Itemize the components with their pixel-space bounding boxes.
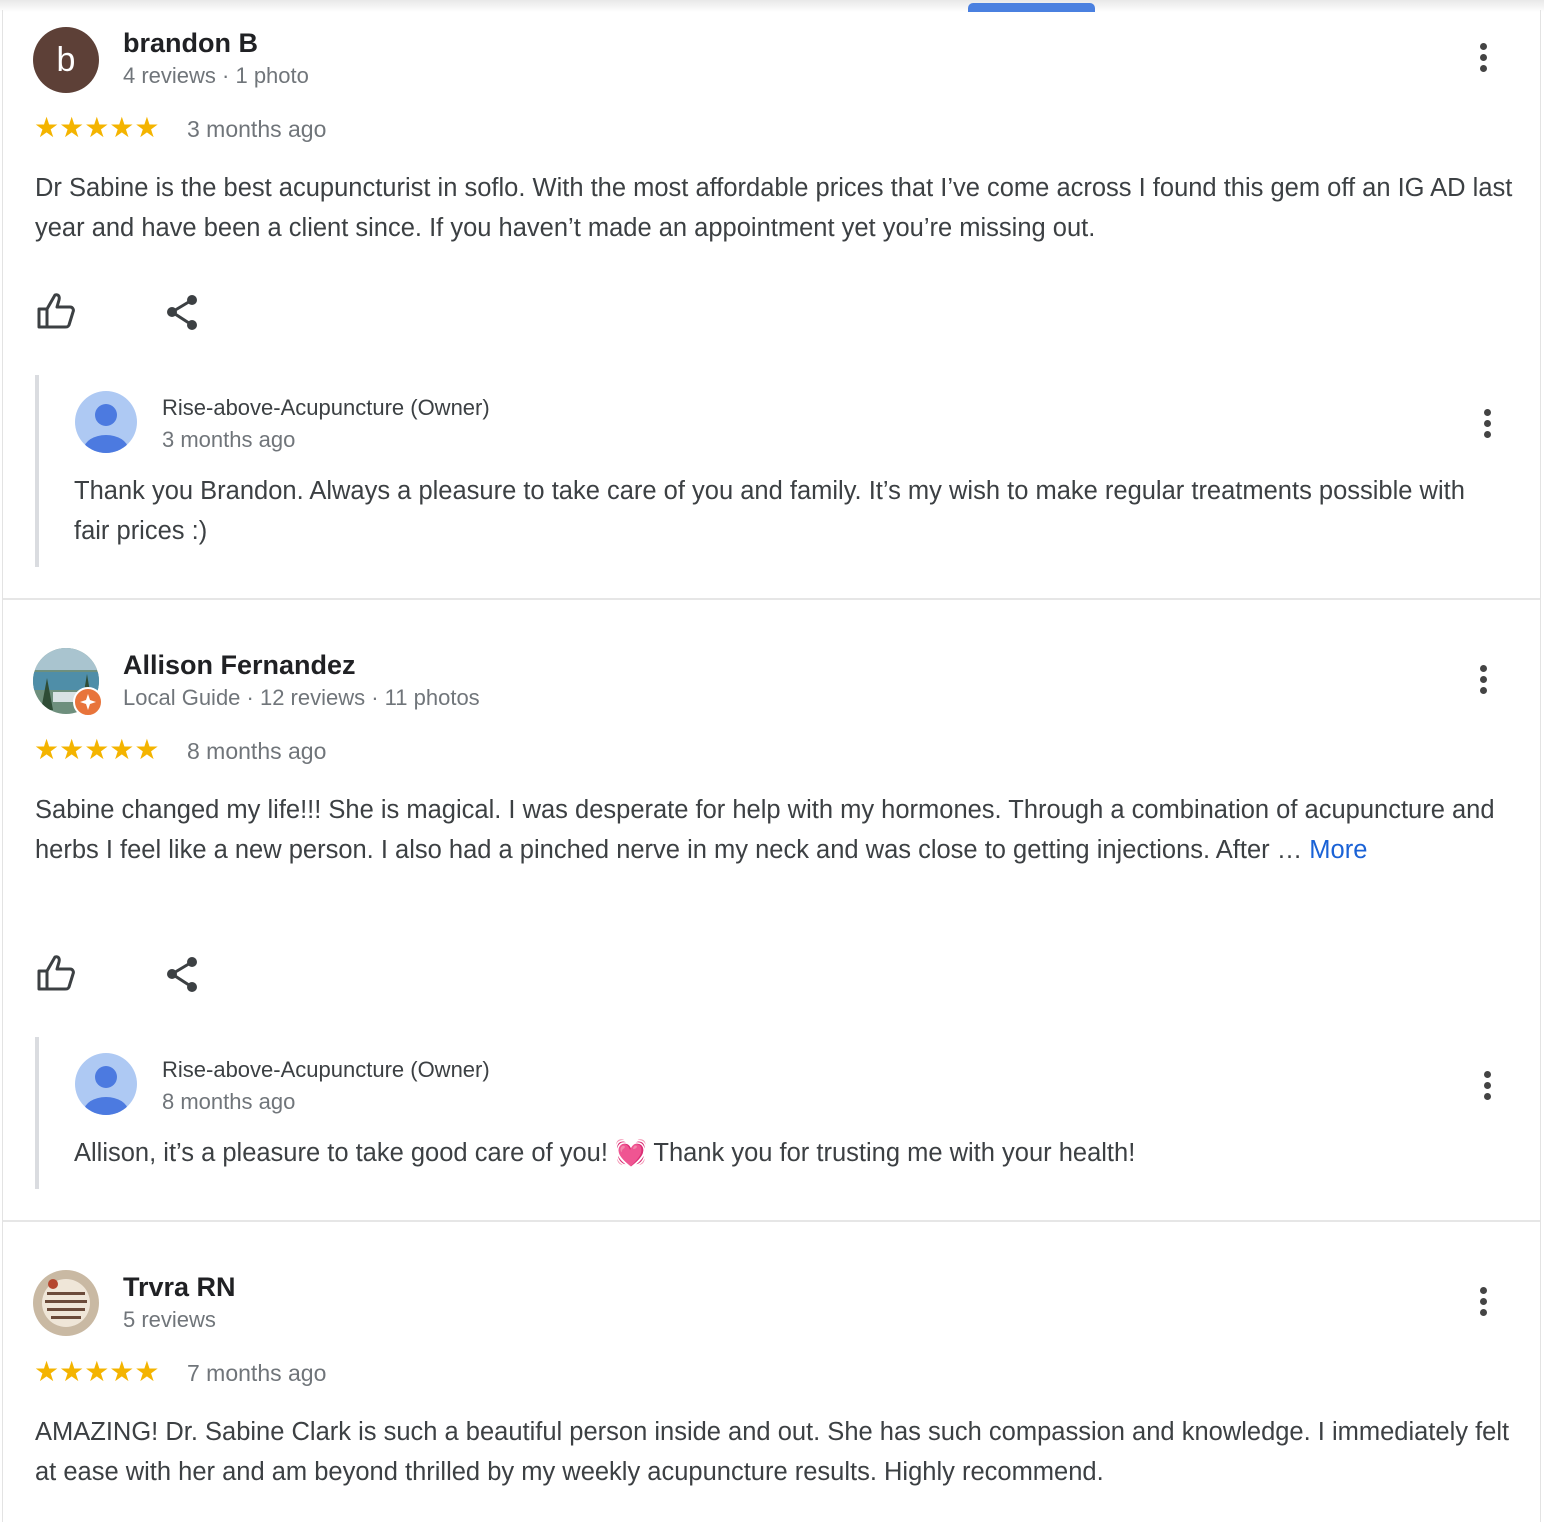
page-frame (2, 10, 1541, 1522)
